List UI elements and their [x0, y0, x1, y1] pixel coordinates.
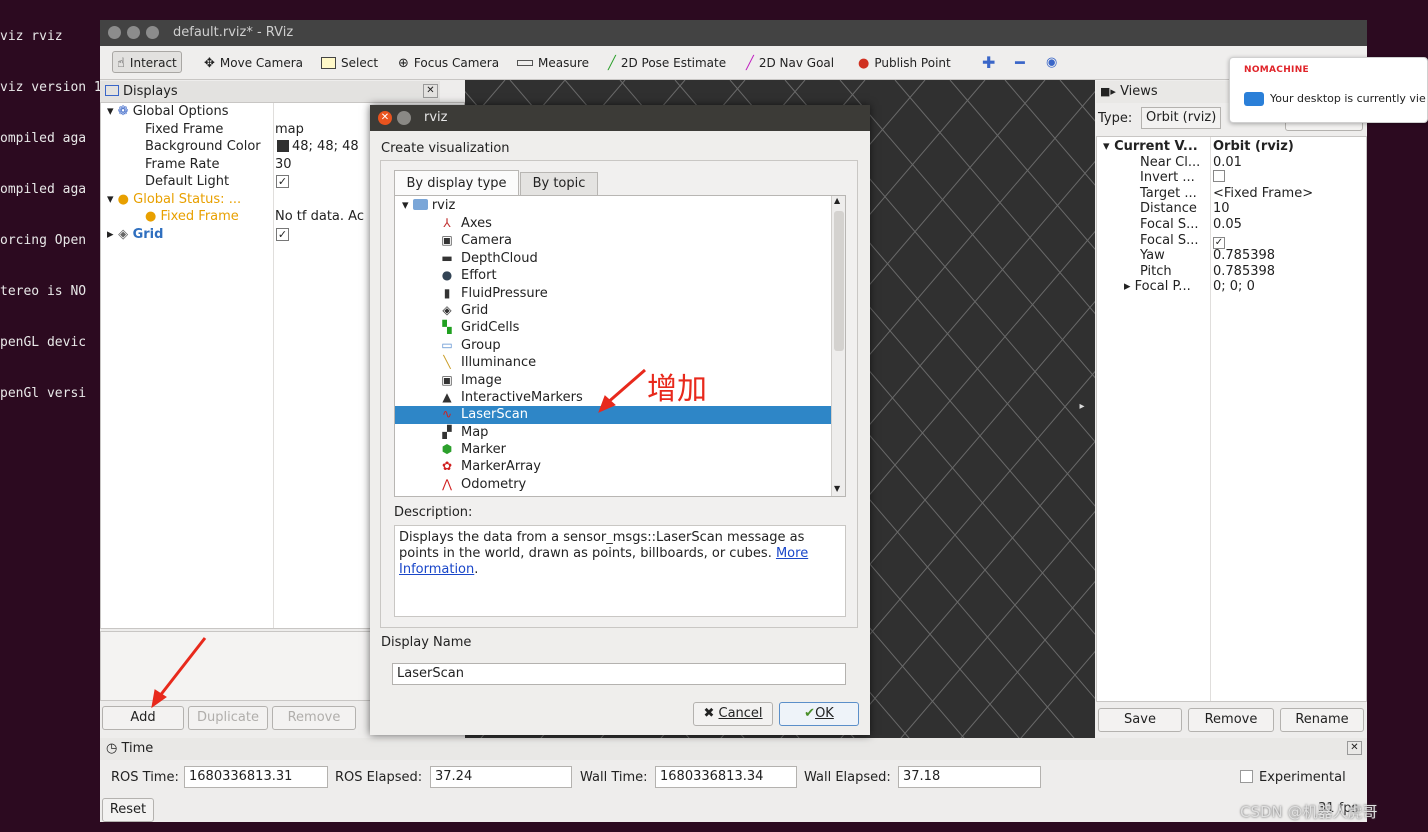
- annotation-label: 增加: [647, 372, 707, 407]
- annotation-arrow-line: [157, 637, 207, 698]
- watermark: CSDN @机器人虎哥: [1240, 803, 1378, 821]
- annotation-arrow-line: [605, 368, 646, 406]
- annotation-overlay: [151, 368, 646, 709]
